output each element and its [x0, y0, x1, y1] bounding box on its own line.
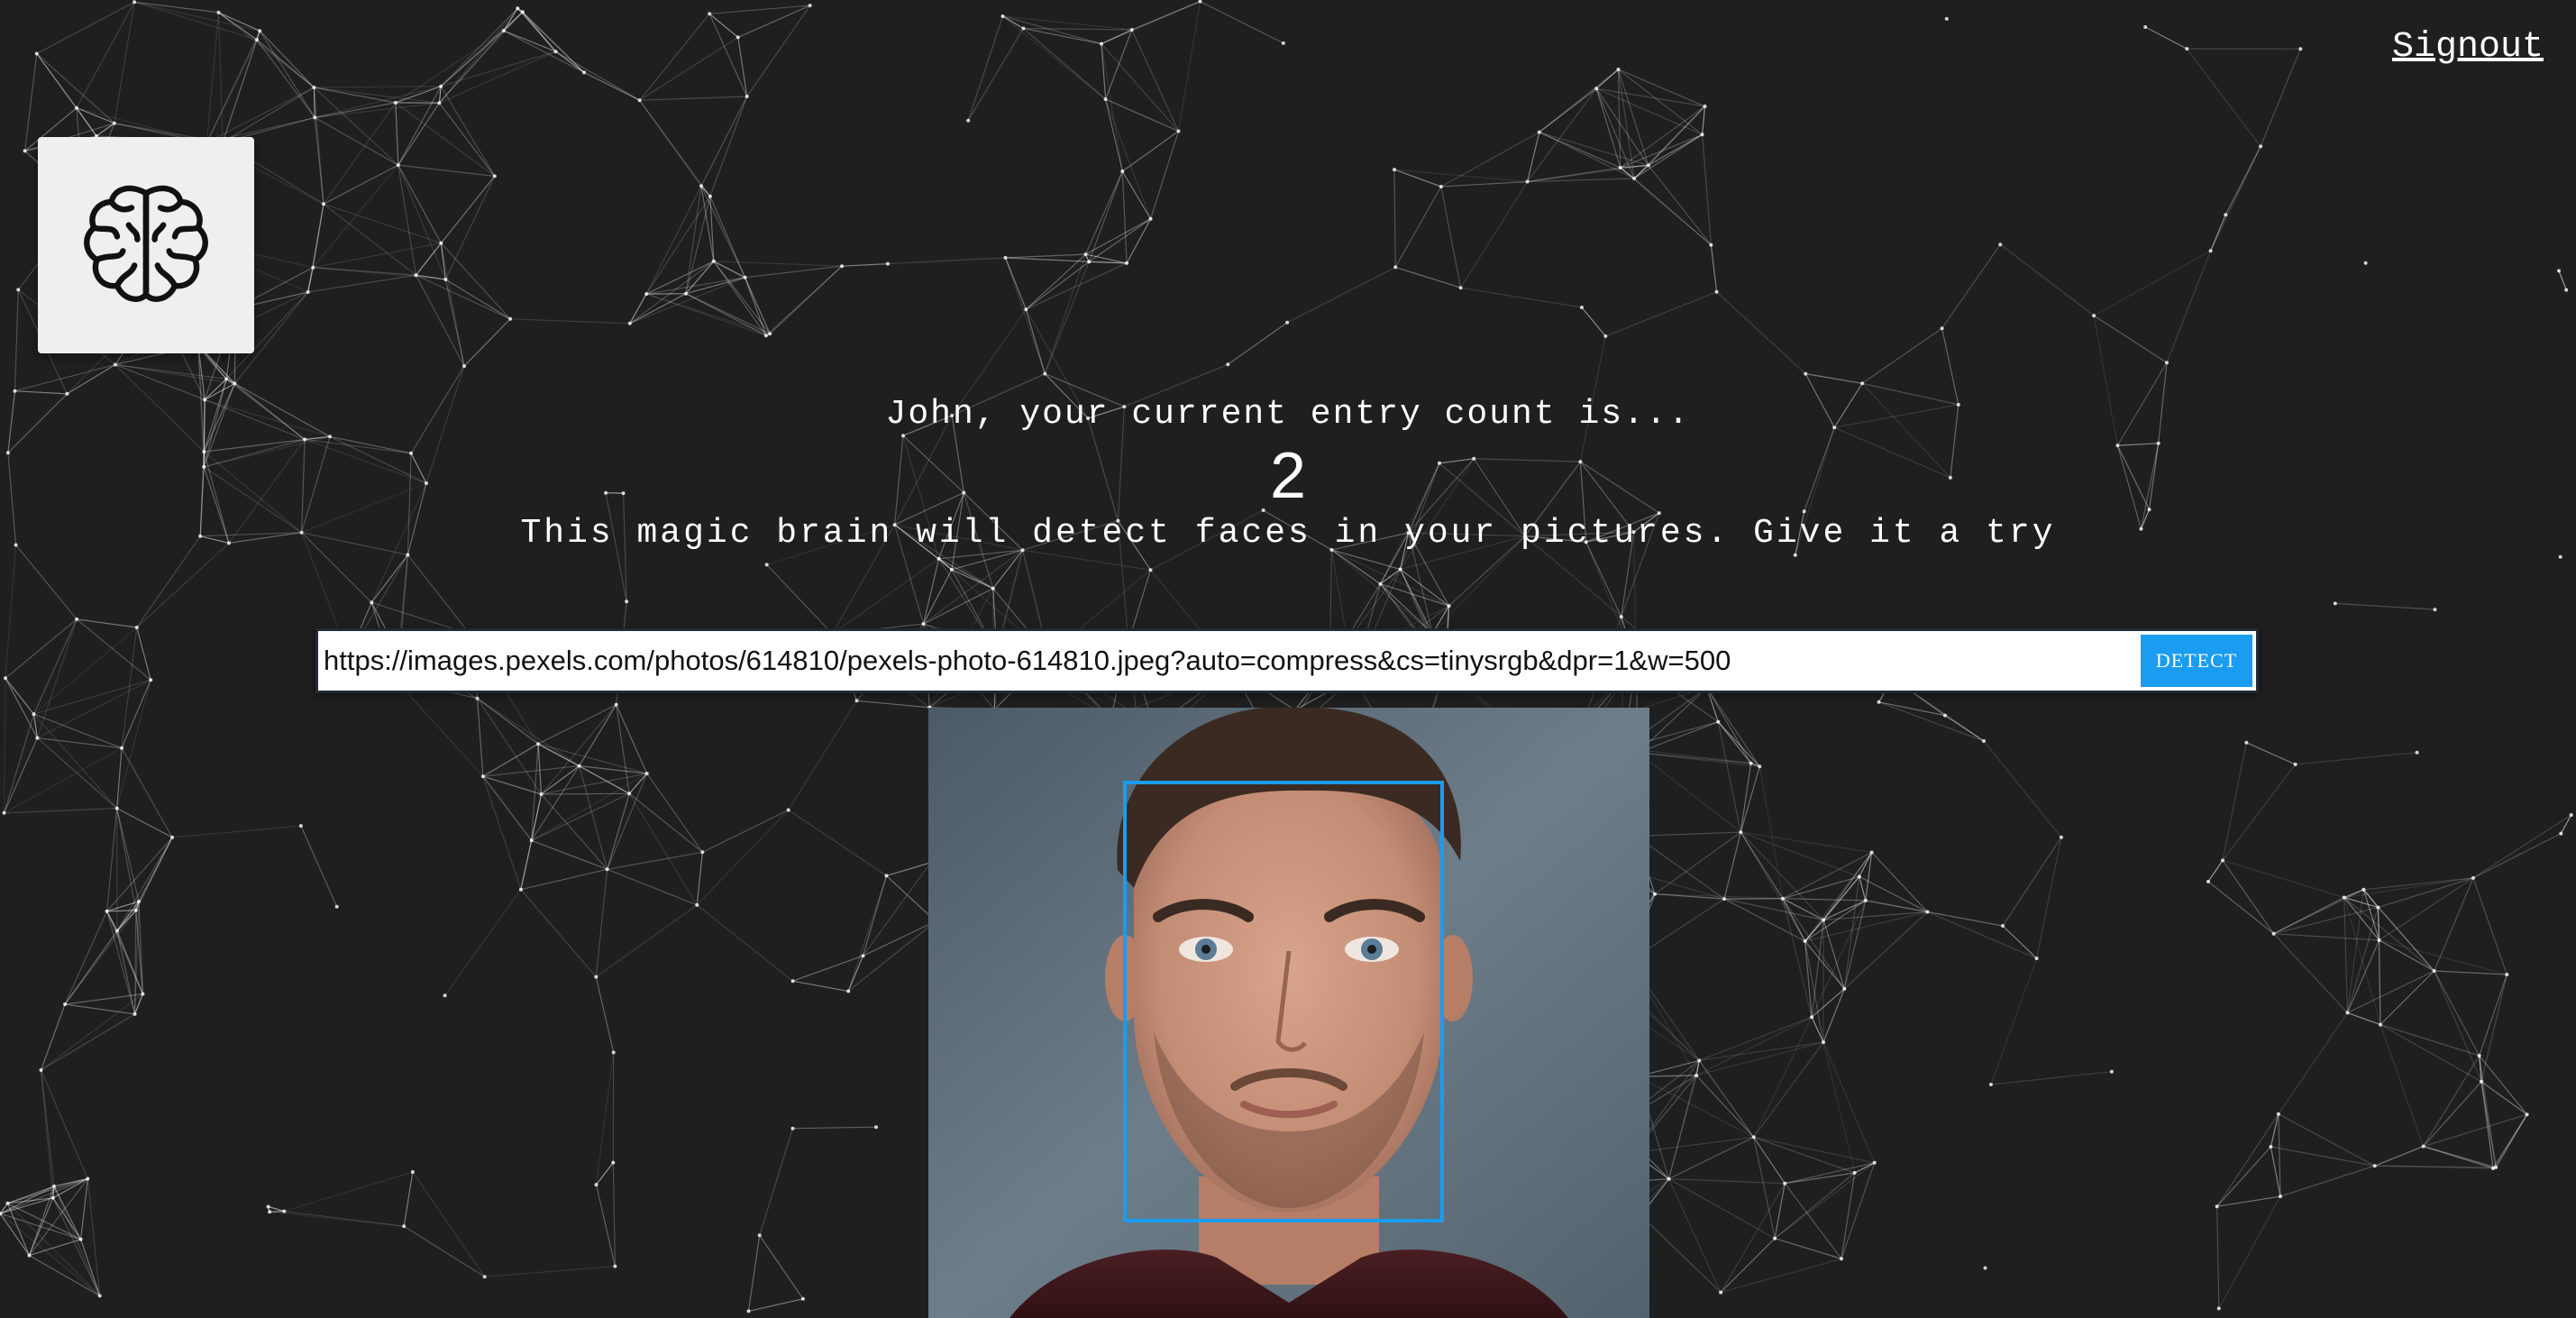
image-url-form: DETECT [315, 628, 2259, 693]
brain-icon [84, 185, 208, 302]
image-url-input[interactable] [318, 634, 2141, 688]
top-nav: Signout [2392, 27, 2544, 68]
detect-button[interactable]: DETECT [2141, 635, 2252, 687]
result-photo [928, 708, 1649, 1318]
logo-card [38, 137, 254, 353]
entry-count-message: John, your current entry count is... [885, 395, 1691, 434]
intro-text: This magic brain will detect faces in yo… [520, 514, 2056, 553]
face-bounding-box [1123, 781, 1444, 1222]
entry-count-value: 2 [1269, 440, 1307, 512]
signout-link[interactable]: Signout [2392, 27, 2544, 68]
